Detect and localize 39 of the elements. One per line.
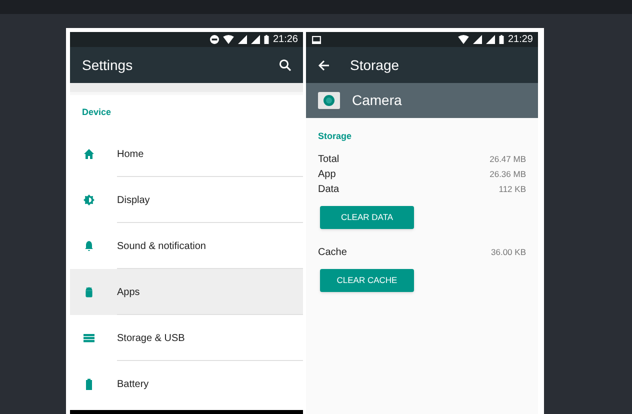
row-label: Data — [318, 182, 340, 196]
row-label: Total — [318, 152, 340, 166]
android-icon — [83, 286, 95, 298]
item-label: Battery — [117, 378, 149, 392]
screenshot-icon — [312, 36, 321, 44]
clear-cache-button[interactable]: CLEAR CACHE — [320, 268, 414, 292]
row-label: Cache — [318, 246, 347, 260]
row-label: App — [318, 168, 336, 182]
clear-data-button[interactable]: CLEAR DATA — [320, 206, 414, 228]
item-label: Sound & notification — [117, 240, 206, 254]
back-arrow-icon[interactable] — [318, 60, 330, 70]
item-label: Display — [117, 194, 150, 208]
app-name: Camera — [352, 91, 402, 110]
wifi-icon — [458, 35, 469, 44]
app-bar-title: Storage — [350, 56, 400, 75]
section-header: Storage — [318, 130, 353, 143]
section-header: Device — [82, 106, 112, 120]
brightness-icon — [83, 194, 95, 206]
battery-icon — [498, 35, 504, 44]
bell-icon — [83, 240, 95, 252]
app-bar-title: Settings — [82, 56, 133, 75]
item-label: Storage & USB — [117, 332, 185, 346]
row-value: 26.36 MB — [490, 168, 526, 180]
home-icon — [83, 148, 95, 160]
do-not-disturb-icon — [210, 35, 219, 44]
wifi-icon — [222, 35, 234, 44]
battery-icon — [83, 378, 95, 390]
status-time: 21:26 — [272, 33, 298, 47]
row-value: 36.00 KB — [491, 246, 526, 258]
battery-icon — [264, 35, 269, 44]
item-label: Apps — [117, 286, 140, 300]
row-value: 26.47 MB — [490, 152, 526, 166]
settings-item[interactable]: Apps — [70, 269, 303, 315]
item-label: Home — [117, 148, 144, 162]
camera-icon — [318, 92, 340, 109]
storage-icon — [83, 332, 95, 344]
row-value: 112 KB — [498, 182, 526, 196]
search-icon[interactable] — [279, 59, 291, 71]
status-time: 21:29 — [508, 33, 533, 47]
